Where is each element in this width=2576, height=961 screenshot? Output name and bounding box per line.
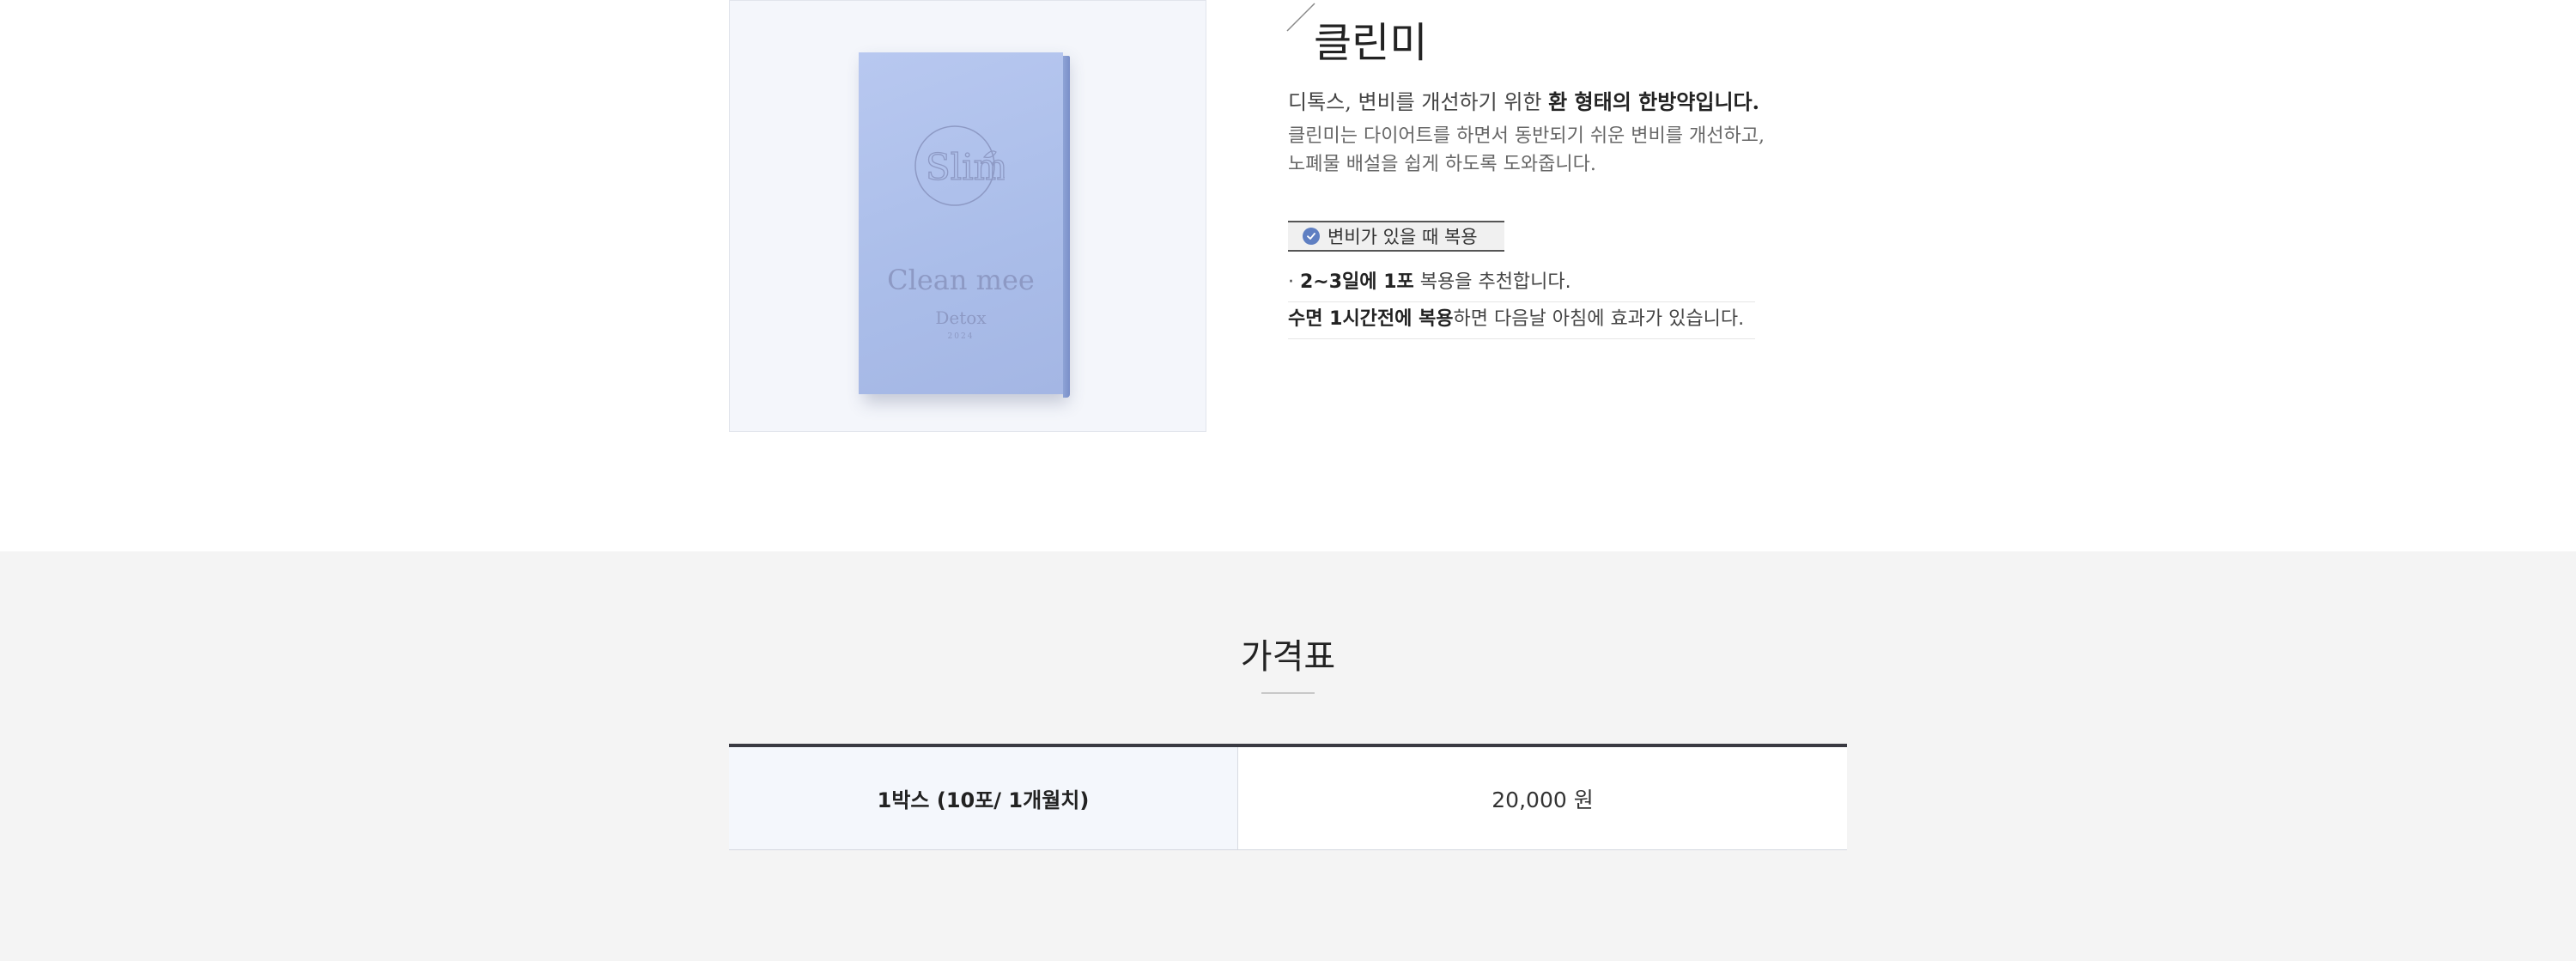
price-section: 가격표 1박스 (10포/ 1개월치) 20,000 원 (0, 551, 2576, 961)
box-sub-text: Detox (935, 307, 987, 328)
product-description: 클린미는 다이어트를 하면서 동반되기 쉬운 변비를 개선하고, 노폐물 배설을… (1288, 122, 1820, 179)
usage-item: 수면 1시간전에 복용하면 다음날 아침에 효과가 있습니다. (1288, 302, 1755, 339)
usage-bold: 2~3일에 1포 (1300, 271, 1414, 293)
box-brand-text: Clean mee (887, 264, 1035, 296)
usage-bullet: · (1288, 271, 1300, 293)
box-sub2-text: 2024 (947, 332, 975, 341)
lead-prefix: 디톡스, 변비를 개선하기 위한 (1288, 90, 1549, 114)
badge-label: 변비가 있을 때 복용 (1327, 227, 1478, 247)
slim-logo-icon: Slim (914, 125, 1005, 206)
product-image: Slim Clean mee Detox 2024 (729, 0, 1206, 432)
price-row-value: 20,000 원 (1238, 747, 1847, 849)
usage-text: 하면 다음날 아침에 효과가 있습니다. (1453, 308, 1745, 330)
product-box: Slim Clean mee Detox 2024 (859, 52, 1070, 398)
product-title: 클린미 (1314, 19, 1428, 67)
lead-bold: 환 형태의 한방약입니다. (1548, 89, 1759, 114)
svg-text:Slim: Slim (926, 146, 1005, 188)
price-row-label: 1박스 (10포/ 1개월치) (729, 747, 1238, 849)
box-front (859, 52, 1063, 394)
product-lead: 디톡스, 변비를 개선하기 위한 환 형태의 한방약입니다. (1288, 85, 1759, 115)
description-line: 노폐물 배설을 쉽게 하도록 도와줍니다. (1288, 154, 1596, 175)
description-line: 클린미는 다이어트를 하면서 동반되기 쉬운 변비를 개선하고, (1288, 125, 1765, 147)
price-table: 1박스 (10포/ 1개월치) 20,000 원 (729, 744, 1847, 850)
usage-item: · 2~3일에 1포 복용을 추천합니다. (1288, 265, 1755, 302)
title-divider (1261, 692, 1315, 694)
title-slash-icon (1286, 3, 1315, 32)
usage-bold: 수면 1시간전에 복용 (1288, 308, 1454, 330)
price-title: 가격표 (1240, 637, 1336, 677)
box-side (1063, 56, 1070, 398)
usage-badge: 변비가 있을 때 복용 (1288, 221, 1504, 252)
product-section: Slim Clean mee Detox 2024 클린미 디톡스, 변비를 개… (0, 0, 2576, 551)
usage-list: · 2~3일에 1포 복용을 추천합니다. 수면 1시간전에 복용하면 다음날 … (1288, 265, 1755, 339)
check-circle-icon (1303, 228, 1320, 245)
usage-text: 복용을 추천합니다. (1413, 271, 1571, 293)
